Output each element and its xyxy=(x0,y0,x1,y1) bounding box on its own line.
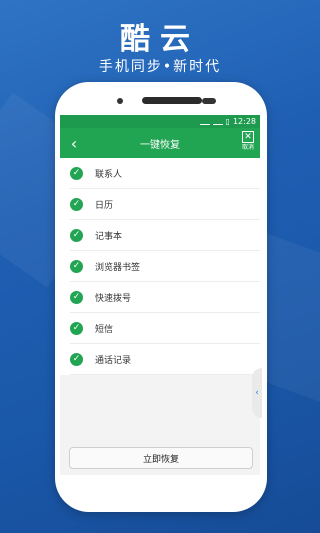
status-bar: ▯ 12:28 xyxy=(60,115,260,128)
checkmark-icon[interactable]: ✓ xyxy=(70,228,83,242)
list-item[interactable]: ✓ 记事本 xyxy=(70,220,260,251)
signal-icon xyxy=(199,118,210,125)
list-item[interactable]: ✓ 浏览器书签 xyxy=(70,251,260,282)
cancel-button[interactable]: ✕ 取消 xyxy=(241,131,254,151)
checkmark-icon[interactable]: ✓ xyxy=(70,352,83,366)
sensor-icon xyxy=(202,98,216,104)
brand-slogan: 手机同步•新时代 xyxy=(98,59,222,75)
cancel-label: 取消 xyxy=(241,144,254,151)
speaker-icon xyxy=(142,97,202,104)
list-item-label: 通话记录 xyxy=(95,355,132,366)
side-drawer-handle[interactable]: ‹ xyxy=(252,368,262,418)
restore-now-button[interactable]: 立即恢复 xyxy=(69,447,253,469)
checkmark-icon[interactable]: ✓ xyxy=(70,166,83,180)
list-item-label: 日历 xyxy=(95,200,114,211)
checkmark-icon[interactable]: ✓ xyxy=(70,290,83,304)
checkmark-icon[interactable]: ✓ xyxy=(70,321,83,335)
chevron-left-icon: ‹ xyxy=(255,388,259,398)
list-item[interactable]: ✓ 日历 xyxy=(70,189,260,220)
battery-icon: ▯ xyxy=(225,117,230,126)
list-item-label: 快速拨号 xyxy=(95,293,132,304)
list-item[interactable]: ✓ 短信 xyxy=(70,313,260,344)
phone-screen: ▯ 12:28 ‹ 一键恢复 ✕ 取消 ✓ 联系人 ✓ 日历 ✓ 记事本 ✓ 浏… xyxy=(60,115,260,475)
checkmark-icon[interactable]: ✓ xyxy=(70,197,83,211)
list-item-label: 联系人 xyxy=(95,169,123,180)
checkmark-icon[interactable]: ✓ xyxy=(70,259,83,273)
restore-items-list: ✓ 联系人 ✓ 日历 ✓ 记事本 ✓ 浏览器书签 ✓ 快速拨号 ✓ 短信 ✓ 通… xyxy=(60,158,260,375)
list-item-label: 记事本 xyxy=(95,231,123,242)
title-bar: ‹ 一键恢复 ✕ 取消 xyxy=(60,128,260,158)
list-item[interactable]: ✓ 快速拨号 xyxy=(70,282,260,313)
brand-title: 酷云 xyxy=(120,22,200,57)
list-item[interactable]: ✓ 通话记录 xyxy=(70,344,260,375)
list-item-label: 短信 xyxy=(95,324,114,335)
list-item[interactable]: ✓ 联系人 xyxy=(70,158,260,189)
signal-icon xyxy=(212,118,223,125)
status-time: 12:28 xyxy=(232,117,256,126)
camera-icon xyxy=(117,98,123,104)
close-icon: ✕ xyxy=(241,131,254,143)
list-item-label: 浏览器书签 xyxy=(95,262,141,273)
page-title: 一键恢复 xyxy=(140,139,180,151)
